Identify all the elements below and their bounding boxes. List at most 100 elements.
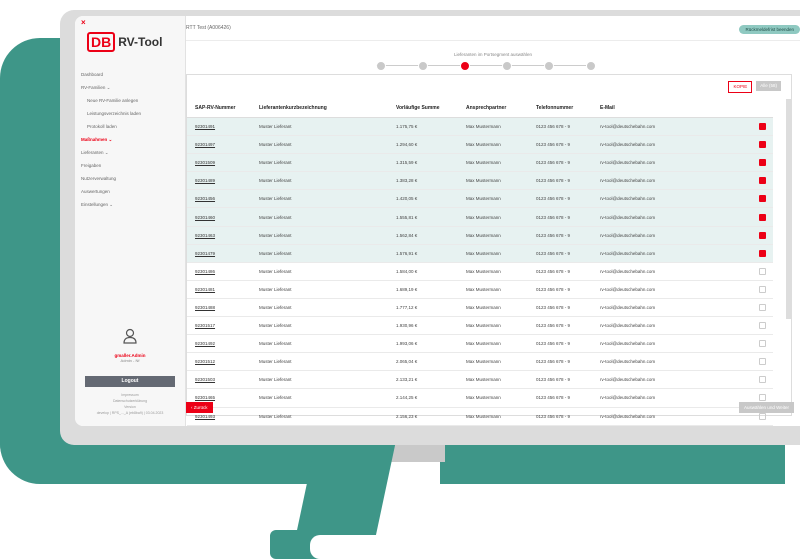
- row-checkbox[interactable]: [759, 285, 766, 293]
- sidebar-item[interactable]: Auswertungen: [81, 185, 181, 198]
- table-row[interactable]: 92301512 Muster Lieferant 2.065,04 € Max Mu…: [187, 352, 773, 372]
- sidebar-item[interactable]: Leistungsverzeichnis laden: [81, 107, 181, 120]
- contact-name: Max Mustermann: [465, 226, 535, 245]
- row-checkbox[interactable]: [759, 303, 766, 311]
- app-logo[interactable]: DB RV-Tool: [87, 32, 162, 52]
- sidebar-item[interactable]: Lieferanten ⌄: [81, 146, 181, 159]
- sap-number-link[interactable]: 92301492: [187, 334, 258, 354]
- sap-number-link[interactable]: 92301456: [187, 189, 258, 209]
- table-row[interactable]: 92301481 Muster Lieferant 1.689,19 € Max Mu…: [187, 280, 773, 299]
- email-address: rv-tool@deutschebahn.com: [599, 352, 751, 372]
- table-row[interactable]: 92301463 Muster Lieferant 1.562,84 € Max Mu…: [187, 226, 773, 245]
- contact-name: Max Mustermann: [465, 117, 535, 137]
- sap-number-link[interactable]: 92301497: [187, 135, 258, 155]
- step-dot[interactable]: [502, 61, 512, 71]
- sum-value: 1.383,28 €: [395, 171, 465, 191]
- table-row[interactable]: 92301489 Muster Lieferant 1.383,28 € Max Mu…: [187, 171, 773, 191]
- sap-number-link[interactable]: 92301488: [187, 298, 258, 318]
- step-dot[interactable]: [460, 61, 470, 71]
- row-checkbox[interactable]: [759, 376, 766, 384]
- table-row[interactable]: 92301509 Muster Lieferant 1.315,59 € Max Mu…: [187, 153, 773, 173]
- supplier-name: Muster Lieferant: [258, 226, 395, 245]
- row-checkbox[interactable]: [759, 267, 766, 275]
- table-row[interactable]: 92301491 Muster Lieferant 1.175,75 € Max Mu…: [187, 117, 773, 137]
- row-checkbox[interactable]: [759, 340, 766, 348]
- sidebar-item[interactable]: Maßnahmen ⌄: [81, 133, 181, 146]
- table-row[interactable]: 92301504Muster Lieferant2.179,34 €Max Mu…: [187, 425, 773, 426]
- supplier-name: Muster Lieferant: [258, 280, 395, 299]
- sum-value: 1.562,84 €: [395, 226, 465, 245]
- select-all-button[interactable]: Alle (58): [756, 81, 781, 91]
- col-email[interactable]: E-Mail: [599, 99, 751, 118]
- table-row[interactable]: 92301503 Muster Lieferant 2.133,21 € Max Mu…: [187, 370, 773, 390]
- row-checkbox[interactable]: [759, 141, 766, 149]
- row-checkbox[interactable]: [759, 213, 766, 221]
- col-sap-number[interactable]: SAP-RV-Nummer: [187, 99, 258, 118]
- contact-name: Max Mustermann: [465, 207, 535, 227]
- row-checkbox[interactable]: [759, 177, 766, 185]
- sidebar-item[interactable]: Neue RV-Familie anlegen: [81, 94, 181, 107]
- table-row[interactable]: 92301456 Muster Lieferant 1.420,05 € Max Mu…: [187, 189, 773, 209]
- sum-value: 1.689,19 €: [395, 280, 465, 299]
- table-row[interactable]: 92301479 Muster Lieferant 1.576,91 € Max Mu…: [187, 244, 773, 263]
- back-button[interactable]: ‹ Zurück: [186, 402, 213, 413]
- step-dot[interactable]: [544, 61, 554, 71]
- table-header-row: SAP-RV-Nummer Lieferantenkurzbezeichnung…: [187, 99, 773, 118]
- row-checkbox[interactable]: [759, 249, 766, 257]
- supplier-name: Muster Lieferant: [258, 334, 395, 354]
- sidebar-item[interactable]: RV-Familien ⌄: [81, 81, 181, 94]
- sidebar-item[interactable]: Nutzerverwaltung: [81, 172, 181, 185]
- col-supplier-name[interactable]: Lieferantenkurzbezeichnung: [258, 99, 395, 118]
- close-icon[interactable]: ×: [81, 18, 86, 27]
- table-row[interactable]: 92301486 Muster Lieferant 1.584,00 € Max Mu…: [187, 262, 773, 281]
- sap-number-link[interactable]: 92301504: [187, 425, 258, 426]
- screen: × DB RV-Tool Dashboard RV-Familien ⌄ Neue …: [75, 16, 800, 426]
- supplier-table: SAP-RV-Nummer Lieferantenkurzbezeichnung…: [187, 99, 773, 426]
- row-checkbox[interactable]: [759, 123, 766, 131]
- sap-number-link[interactable]: 92301460: [187, 207, 258, 227]
- row-checkbox[interactable]: [759, 231, 766, 239]
- sidebar-item[interactable]: Dashboard: [81, 68, 181, 81]
- row-checkbox[interactable]: [759, 394, 766, 402]
- table-scrollbar[interactable]: [786, 99, 791, 319]
- sidebar-item[interactable]: Protokoll laden: [81, 120, 181, 133]
- step-dot[interactable]: [376, 61, 386, 71]
- table-row[interactable]: 92301460 Muster Lieferant 1.555,81 € Max Mu…: [187, 207, 773, 227]
- sap-number-link[interactable]: 92301491: [187, 117, 258, 137]
- table-row[interactable]: 92301492 Muster Lieferant 1.993,06 € Max Mu…: [187, 334, 773, 354]
- sap-number-link[interactable]: 92301481: [187, 280, 258, 299]
- table-row[interactable]: 92301488 Muster Lieferant 1.777,12 € Max Mu…: [187, 298, 773, 318]
- sap-number-link[interactable]: 92301517: [187, 316, 258, 336]
- sap-number-link[interactable]: 92301486: [187, 262, 258, 281]
- table-row[interactable]: 92301517 Muster Lieferant 1.930,96 € Max Mu…: [187, 316, 773, 336]
- col-contact[interactable]: Ansprechpartner: [465, 99, 535, 118]
- sidebar-item[interactable]: Freigaben: [81, 159, 181, 172]
- sum-value: 1.993,06 €: [395, 334, 465, 354]
- table-row[interactable]: 92301497 Muster Lieferant 1.294,60 € Max Mu…: [187, 135, 773, 155]
- row-checkbox[interactable]: [759, 159, 766, 167]
- sap-number-link[interactable]: 92301512: [187, 352, 258, 372]
- row-select-cell: [751, 334, 773, 354]
- phone-number: 0123 456 678 - 9: [535, 370, 599, 390]
- row-checkbox[interactable]: [759, 322, 766, 330]
- sap-number-link[interactable]: 92301509: [187, 153, 258, 173]
- row-checkbox[interactable]: [759, 195, 766, 203]
- bottom-bar: ‹ Zurück Auswählen und Weiter: [186, 402, 800, 416]
- sap-number-link[interactable]: 92301479: [187, 244, 258, 263]
- select-and-next-button[interactable]: Auswählen und Weiter: [739, 402, 794, 413]
- row-checkbox[interactable]: [759, 358, 766, 366]
- sidebar-item[interactable]: Einstellungen ⌄: [81, 198, 181, 211]
- col-sum[interactable]: Vorläufige Summe: [395, 99, 465, 118]
- sap-number-link[interactable]: 92301463: [187, 226, 258, 245]
- logout-button[interactable]: Logout: [85, 376, 175, 387]
- step-dot[interactable]: [586, 61, 596, 71]
- col-phone[interactable]: Telefonnummer: [535, 99, 599, 118]
- sap-number-link[interactable]: 92301503: [187, 370, 258, 390]
- copy-button[interactable]: KOPIE: [728, 81, 753, 93]
- email-address: rv-tool@deutschebahn.com: [599, 207, 751, 227]
- end-feedback-button[interactable]: Rückmeldefrist beenden: [739, 25, 800, 34]
- step-dot[interactable]: [418, 61, 428, 71]
- email-address: rv-tool@deutschebahn.com: [599, 135, 751, 155]
- row-select-cell: [751, 189, 773, 209]
- sap-number-link[interactable]: 92301489: [187, 171, 258, 191]
